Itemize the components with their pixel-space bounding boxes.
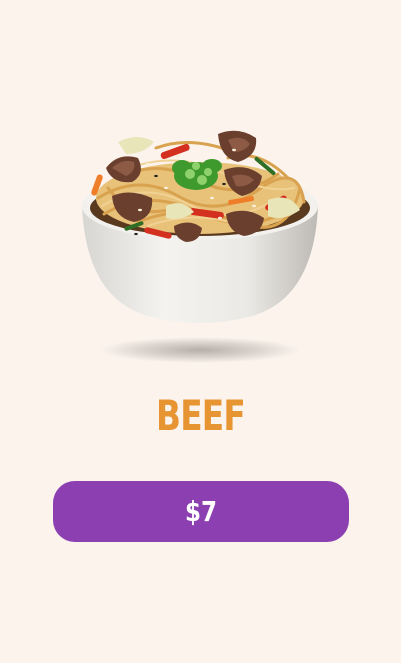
product-card[interactable]: BEEF $7 — [0, 0, 401, 663]
beef-noodle-bowl-image — [78, 118, 322, 368]
product-name: BEEF — [156, 391, 246, 440]
price-button[interactable]: $7 — [53, 481, 349, 542]
price-label: $7 — [185, 495, 217, 528]
